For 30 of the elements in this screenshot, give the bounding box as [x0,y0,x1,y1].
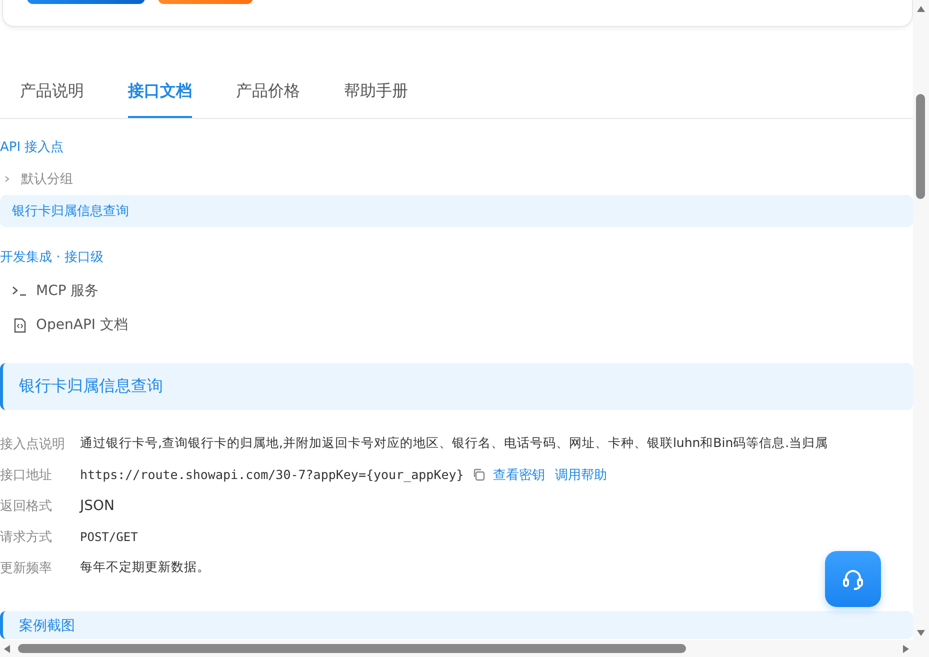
field-label: 接口地址 [0,466,53,484]
file-icon [12,318,28,332]
field-value: 通过银行卡号,查询银行卡的归属地,并附加返回卡号对应的地区、银行名、电话号码、网址、卡种、银联luhn和Bin码等信息.当归属 [80,435,828,452]
field-label: 更新频率 [0,560,53,576]
field-value: 每年不定期更新数据。 [80,559,210,576]
section-title: 银行卡归属信息查询 [19,376,163,395]
horizontal-scrollbar[interactable] [0,640,929,657]
link[interactable]: 调用帮助 [554,466,607,484]
terminal-icon [12,285,28,297]
group-label[interactable]: 默认分组 [21,170,73,188]
vertical-scrollbar[interactable] [913,0,929,640]
tab[interactable]: 帮助手册 [344,73,408,118]
menu-link[interactable]: MCP 服务 [36,282,99,300]
menu-link[interactable]: OpenAPI 文档 [36,316,128,334]
field-value: https://route.showapi.com/30-7?appKey={your_appKey} [80,467,464,482]
link[interactable]: 查看密钥 [492,466,545,484]
tab[interactable]: 产品价格 [236,73,300,118]
field-label: 接入点说明 [0,436,66,452]
chevron-icon[interactable] [3,175,11,183]
tab[interactable]: 产品说明 [20,73,84,118]
section-title: 案例截图 [19,618,75,634]
tab[interactable]: 接口文档 [128,73,192,118]
support-button[interactable] [825,551,881,607]
field-value: POST/GET [80,530,138,544]
field-label: 返回格式 [0,498,53,514]
section-title: API 接入点 [0,139,65,157]
section-title: 开发集成 · 接口级 [0,249,104,267]
field-value: JSON [80,498,115,514]
copy-icon[interactable] [472,468,485,481]
field-label: 请求方式 [0,528,53,546]
